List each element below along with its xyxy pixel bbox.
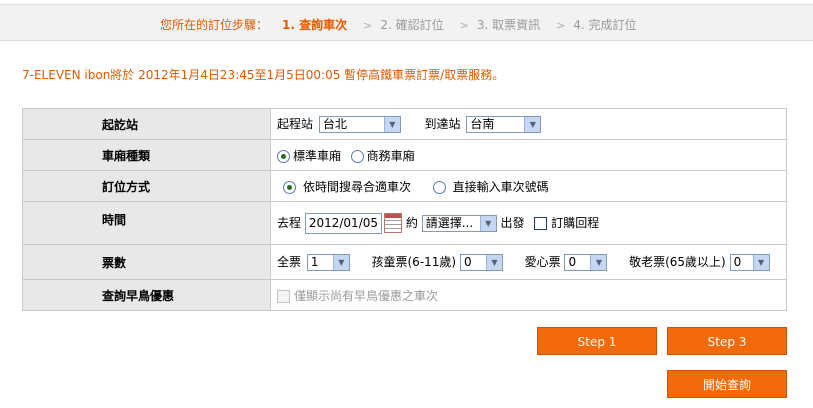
senior-ticket-value: 0	[733, 255, 742, 269]
depart-label: 出發	[500, 215, 525, 230]
time-select[interactable]: 請選擇... ▼	[421, 214, 497, 232]
step-4-complete: 4. 完成訂位	[573, 18, 637, 32]
return-trip-label[interactable]: 訂購回程	[551, 216, 599, 230]
early-bird-checkbox-label: 僅顯示尚有早鳥優惠之車次	[294, 288, 439, 303]
disabled-ticket-select[interactable]: 0 ▼	[564, 254, 608, 271]
step3-button[interactable]: Step 3	[667, 327, 787, 355]
early-bird-label: 查詢早鳥優惠	[22, 279, 271, 311]
child-ticket-select[interactable]: 0 ▼	[459, 254, 503, 271]
chevron-down-icon: ▼	[479, 215, 496, 231]
time-label: 時間	[22, 201, 271, 245]
return-trip-checkbox[interactable]	[534, 216, 548, 230]
from-station-select[interactable]: 台北 ▼	[318, 116, 401, 133]
chevron-down-icon: ▼	[383, 117, 400, 132]
senior-ticket-select[interactable]: 0 ▼	[729, 254, 770, 271]
service-notice: 7-ELEVEN ibon將於 2012年1月4日23:45至1月5日00:05…	[22, 68, 505, 82]
chevron-down-icon: ▼	[590, 255, 607, 270]
step-2-confirm: 2. 確認訂位	[380, 18, 444, 32]
row-booking-method: 訂位方式 依時間搜尋合適車次 直接輸入車次號碼	[22, 170, 787, 202]
business-car-label[interactable]: 商務車廂	[367, 149, 415, 163]
full-ticket-label: 全票	[277, 255, 302, 269]
to-station-value: 台南	[470, 117, 495, 131]
disabled-ticket-value: 0	[568, 255, 577, 269]
chevron-down-icon: ▼	[524, 117, 541, 132]
search-by-time-radio[interactable]	[283, 180, 296, 194]
step-separator: >	[363, 19, 373, 32]
step-1-query: 1. 查詢車次	[282, 18, 348, 32]
senior-ticket-label: 敬老票(65歲以上)	[629, 255, 726, 269]
time-select-value: 請選擇...	[425, 215, 474, 230]
child-ticket-label: 孩童票(6-11歲)	[371, 255, 457, 269]
standard-car-radio[interactable]	[277, 149, 290, 163]
step1-button[interactable]: Step 1	[537, 327, 657, 355]
standard-car-label[interactable]: 標準車廂	[293, 149, 341, 163]
chevron-down-icon: ▼	[752, 255, 769, 270]
search-by-time-label[interactable]: 依時間搜尋合適車次	[303, 180, 411, 194]
step-separator: >	[556, 19, 566, 32]
row-station: 起訖站 起程站 台北 ▼ 到達站 台南 ▼	[22, 108, 787, 140]
steps-prefix: 您所在的訂位步驟：	[160, 18, 269, 32]
booking-method-label: 訂位方式	[22, 170, 271, 202]
disabled-ticket-label: 愛心票	[524, 255, 561, 269]
row-early-bird: 查詢早鳥優惠 僅顯示尚有早鳥優惠之車次	[22, 279, 787, 311]
approx-label: 約	[405, 215, 418, 230]
booking-form: 起訖站 起程站 台北 ▼ 到達站 台南 ▼ 車廂種類 標準車廂 商務車廂 訂位方式 …	[22, 108, 787, 311]
enter-train-number-radio[interactable]	[432, 180, 446, 194]
chevron-down-icon: ▼	[485, 255, 502, 270]
outbound-label: 去程	[277, 215, 302, 230]
step-3-ticket-info: 3. 取票資訊	[476, 18, 541, 32]
date-input[interactable]: 2012/01/05	[304, 212, 383, 234]
early-bird-checkbox[interactable]	[277, 289, 290, 303]
station-label: 起訖站	[22, 108, 271, 140]
step-separator: >	[459, 19, 469, 32]
child-ticket-value: 0	[463, 255, 472, 269]
to-station-select[interactable]: 台南 ▼	[466, 116, 542, 133]
row-car-type: 車廂種類 標準車廂 商務車廂	[22, 139, 787, 171]
enter-train-number-label[interactable]: 直接輸入車次號碼	[453, 180, 549, 194]
start-search-button[interactable]: 開始查詢	[667, 370, 787, 398]
row-time: 時間 去程 2012/01/05 約 請選擇... ▼ 出發 訂購回程	[22, 201, 787, 245]
tickets-label: 票數	[22, 244, 271, 280]
from-station-label: 起程站	[277, 117, 314, 131]
car-type-label: 車廂種類	[22, 139, 271, 171]
full-ticket-select[interactable]: 1 ▼	[306, 254, 350, 271]
calendar-icon[interactable]	[384, 213, 403, 233]
row-tickets: 票數 全票 1 ▼ 孩童票(6-11歲) 0 ▼ 愛心票 0 ▼ 敬老票(65歲以上)…	[22, 244, 787, 280]
from-station-value: 台北	[322, 117, 347, 131]
full-ticket-value: 1	[310, 255, 319, 269]
to-station-label: 到達站	[424, 117, 461, 131]
chevron-down-icon: ▼	[332, 255, 349, 270]
business-car-radio[interactable]	[350, 149, 364, 163]
steps-bar: 您所在的訂位步驟： 1. 查詢車次 >2. 確認訂位 >3. 取票資訊 >4. 完成訂位	[0, 4, 813, 41]
